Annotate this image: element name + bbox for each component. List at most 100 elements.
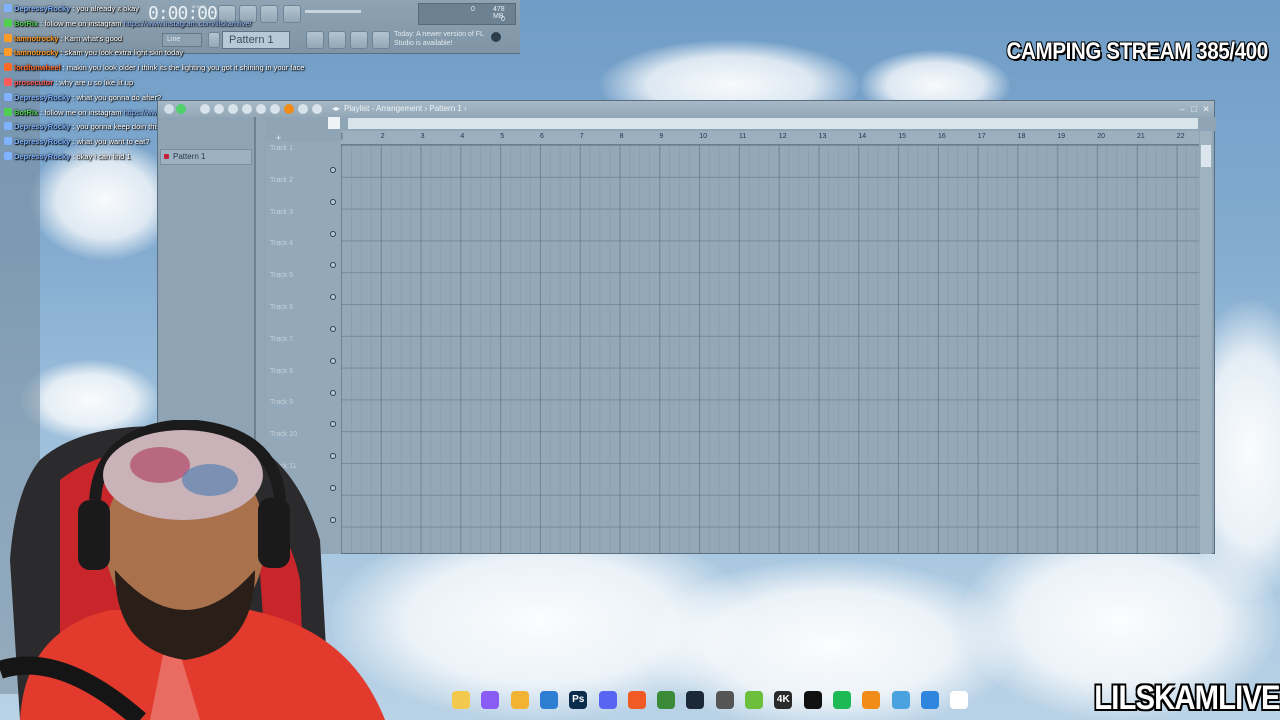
chrome-icon[interactable] [657, 691, 676, 709]
discord-icon[interactable] [598, 691, 617, 709]
chat-username[interactable]: BotRix [14, 108, 38, 117]
file-icon[interactable] [950, 691, 969, 709]
chat-link[interactable]: https://www.instagram.com/lilskamlive/ [124, 19, 252, 28]
chat-username[interactable]: BotRix [14, 19, 38, 28]
slip-tool-icon[interactable] [256, 104, 266, 114]
chat-text: okay i can find 1 [76, 152, 131, 161]
track-mute-toggle[interactable] [330, 262, 336, 269]
chat-username[interactable]: Iamnotrocky [14, 48, 59, 57]
track-label[interactable]: Track 1 [270, 145, 330, 155]
fl-studio-icon[interactable] [862, 691, 881, 709]
bar-ruler[interactable]: | 2 3 4 5 6 7 8 9 10 11 12 13 14 15 16 17 18 19 20 21 22 [341, 131, 1199, 145]
track-label[interactable]: Track 9 [270, 399, 330, 409]
mute-tool-icon[interactable] [242, 104, 252, 114]
chat-username[interactable]: DepressyRocky [14, 137, 70, 146]
chat-username[interactable]: prosecutor [14, 78, 53, 87]
user-badge-icon [4, 137, 12, 146]
chat-username[interactable]: DepressyRocky [14, 152, 70, 161]
chat-message: DepressyRocky: you already it okay [4, 4, 139, 16]
playlist-vertical-scrollbar[interactable] [1200, 131, 1212, 554]
photos-icon[interactable] [920, 691, 939, 709]
record-button[interactable] [260, 5, 278, 23]
slice-tool-icon[interactable] [270, 104, 280, 114]
pattern-selector[interactable]: Pattern 1 [222, 31, 290, 49]
select-tool-icon[interactable] [284, 104, 294, 114]
delete-tool-icon[interactable] [228, 104, 238, 114]
maximize-button[interactable]: □ [1188, 101, 1200, 117]
track-mute-toggle[interactable] [330, 167, 336, 173]
arrangement-grid[interactable] [341, 145, 1199, 553]
minimize-button[interactable]: – [1176, 101, 1188, 117]
copilot-icon[interactable] [481, 691, 500, 709]
draw-tool-icon[interactable] [200, 104, 210, 114]
chat-username[interactable]: DepressyRocky [14, 4, 70, 13]
close-button[interactable]: ✕ [1200, 101, 1212, 117]
cpu-value: 0 [471, 6, 475, 13]
bar-number: 16 [938, 133, 946, 140]
track-mute-toggle[interactable] [330, 230, 336, 237]
notepad-icon[interactable] [891, 691, 910, 709]
menu-arrow-icon[interactable] [164, 104, 174, 114]
snap-select[interactable]: Line [162, 33, 202, 47]
bar-number: 7 [579, 133, 584, 140]
track-label[interactable]: Track 7 [270, 336, 330, 346]
step-button[interactable] [306, 31, 324, 49]
chat-username[interactable]: lordfunwheel [14, 63, 61, 72]
photoshop-icon[interactable]: Ps [569, 691, 588, 709]
piano-icon[interactable] [328, 117, 340, 129]
track-label[interactable]: Track 4 [270, 240, 330, 250]
bluestacks-icon[interactable] [745, 691, 763, 709]
track-label[interactable]: Track 3 [270, 209, 330, 219]
chat-text: why are u so like lit up [59, 78, 134, 87]
bar-number: 6 [540, 133, 544, 140]
track-label[interactable]: Track 2 [270, 177, 330, 187]
chat-message: BotRix: follow me on instagram https://w… [4, 18, 252, 31]
cpu-knob-icon [491, 32, 501, 42]
chat-username[interactable]: DepressyRocky [14, 93, 70, 102]
spotify-icon[interactable] [832, 691, 851, 709]
chat-text: Kam what's good [64, 33, 123, 43]
steam-icon[interactable] [686, 691, 705, 709]
chan-button[interactable] [328, 31, 346, 49]
chat-username[interactable]: Iamnotrocky [14, 34, 59, 43]
user-badge-icon [4, 78, 12, 86]
chat-message: prosecutor: why are u so like lit up [4, 78, 133, 90]
track-label[interactable]: Track 8 [270, 368, 330, 378]
track-label[interactable]: Track 6 [270, 304, 330, 314]
poly-value: 0 [501, 16, 505, 23]
playlist-arrow-icon[interactable]: ◂▸ [332, 101, 340, 117]
bar-number: 21 [1137, 133, 1145, 140]
timeline-scrollbar[interactable] [348, 118, 1198, 129]
alt-button[interactable] [350, 31, 368, 49]
paint-tool-icon[interactable] [214, 104, 224, 114]
folder-icon[interactable] [510, 691, 529, 709]
time-unit-label: M:S:CS [192, 4, 206, 9]
master-volume-slider[interactable] [305, 10, 361, 13]
4k-icon[interactable]: 4K [774, 691, 793, 709]
browser-button[interactable] [372, 31, 390, 49]
update-hint[interactable]: Today: A newer version of FL Studio is a… [394, 30, 490, 50]
track-mute-toggle[interactable] [330, 389, 336, 396]
pattern-prev-button[interactable] [208, 32, 220, 48]
explorer-icon[interactable] [452, 691, 470, 709]
playlist-titlebar[interactable]: ◂▸ Playlist - Arrangement › Pattern 1 › … [158, 101, 1214, 117]
capcut-icon[interactable] [803, 691, 822, 709]
track-mute-toggle[interactable] [330, 357, 336, 364]
scrollbar-thumb[interactable] [1201, 145, 1211, 167]
brave-icon[interactable] [627, 691, 646, 709]
track-label[interactable]: Track 5 [270, 272, 330, 282]
playback-tool-icon[interactable] [312, 104, 322, 114]
magnet-icon[interactable] [176, 104, 186, 114]
app-icon[interactable] [715, 691, 734, 709]
sidebar-item-pattern-1[interactable]: Pattern 1 [160, 149, 252, 165]
zoom-tool-icon[interactable] [298, 104, 308, 114]
track-mute-toggle[interactable] [330, 198, 336, 205]
store-icon[interactable] [539, 691, 558, 709]
track-mute-toggle[interactable] [330, 326, 336, 332]
user-badge-icon [4, 122, 12, 131]
tempo-button[interactable] [283, 5, 301, 23]
chat-username[interactable]: DepressyRocky [14, 122, 70, 131]
bar-number: 19 [1057, 133, 1066, 140]
track-mute-toggle[interactable] [330, 294, 336, 301]
taskbar: Ps 4K [380, 688, 980, 714]
